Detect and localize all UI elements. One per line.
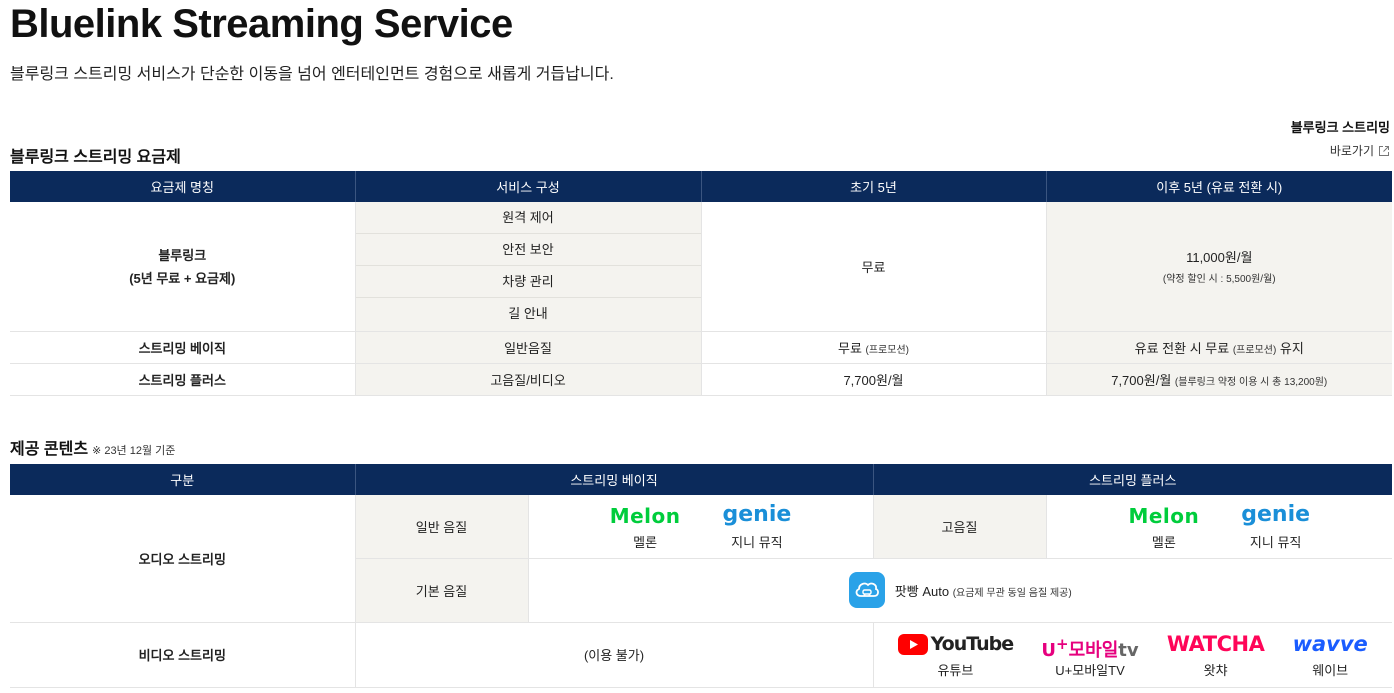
wavve-logo: wavve 웨이브 bbox=[1293, 630, 1368, 679]
patpang-note: (요금제 무관 동일 음질 제공) bbox=[952, 587, 1072, 599]
col-plus: 스트리밍 플러스 bbox=[873, 464, 1392, 495]
bluelink-after-price: 11,000원/월 (약정 할인 시 : 5,500원/월) bbox=[1046, 202, 1392, 332]
uplus-logo: U+모바일tv U+모바일TV bbox=[1041, 630, 1138, 679]
table-row: 블루링크 (5년 무료 + 요금제) 원격 제어 안전 보안 차량 관리 길 안… bbox=[10, 202, 1392, 332]
wavve-caption: 웨이브 bbox=[1312, 663, 1349, 678]
basic-after-post: 유지 bbox=[1279, 340, 1304, 356]
youtube-logo: YouTube 유튜브 bbox=[897, 630, 1014, 679]
audio-plus-logos: Melon 멜론 genie 지니 뮤직 bbox=[1046, 495, 1392, 559]
bluelink-after-note: (약정 할인 시 : 5,500원/월) bbox=[1162, 274, 1276, 286]
col-after: 이후 5년 (유료 전환 시) bbox=[1046, 171, 1392, 202]
audio-basic-logos: Melon 멜론 genie 지니 뮤직 bbox=[528, 495, 874, 559]
basic-after-pre: 유료 전환 시 무료 bbox=[1134, 340, 1230, 356]
genie-logo: genie 지니 뮤직 bbox=[1241, 502, 1310, 551]
basic-service: 일반음질 bbox=[355, 331, 702, 364]
plan-name-basic: 스트리밍 베이직 bbox=[10, 331, 356, 364]
bluelink-initial-price: 무료 bbox=[701, 202, 1047, 332]
genie-logo: genie 지니 뮤직 bbox=[723, 502, 792, 551]
col-initial: 초기 5년 bbox=[701, 171, 1047, 202]
audio-plus-quality: 고음질 bbox=[873, 495, 1047, 559]
watcha-caption: 왓챠 bbox=[1203, 663, 1228, 678]
youtube-play-icon bbox=[897, 633, 928, 655]
audio-label: 오디오 스트리밍 bbox=[10, 495, 356, 623]
basic-after: 유료 전환 시 무료 (프로모션) 유지 bbox=[1046, 331, 1392, 364]
bluelink-after-value: 11,000원/월 bbox=[1186, 250, 1253, 266]
service-list: 원격 제어 안전 보안 차량 관리 길 안내 bbox=[355, 202, 702, 332]
plan-name-plus: 스트리밍 플러스 bbox=[10, 363, 356, 396]
video-label: 비디오 스트리밍 bbox=[10, 622, 356, 688]
audio-basic-quality: 일반 음질 bbox=[355, 495, 529, 559]
shortcut-title: 블루링크 스트리밍 bbox=[1290, 120, 1390, 135]
patpang-logo: 팟빵 Auto (요금제 무관 동일 음질 제공) bbox=[848, 572, 1072, 608]
plans-section-title: 블루링크 스트리밍 요금제 bbox=[10, 149, 181, 166]
contents-section-title: 제공 콘텐츠 ※ 23년 12월 기준 bbox=[10, 435, 175, 459]
youtube-caption: 유튜브 bbox=[937, 663, 974, 678]
youtube-wordmark: YouTube bbox=[930, 633, 1014, 655]
col-basic: 스트리밍 베이직 bbox=[355, 464, 874, 495]
plus-after: 7,700원/월 (블루링크 약정 이용 시 총 13,200원) bbox=[1046, 363, 1392, 396]
service-item: 길 안내 bbox=[508, 306, 548, 322]
patpang-cell: 팟빵 Auto (요금제 무관 동일 음질 제공) bbox=[528, 558, 1392, 623]
plan-name-line1: 블루링크 bbox=[158, 248, 207, 264]
uplus-wordmark-rest: 모바일 bbox=[1068, 640, 1119, 661]
service-item: 원격 제어 bbox=[355, 202, 701, 235]
melon-logo: Melon 멜론 bbox=[1128, 502, 1199, 551]
contents-table: 구분 스트리밍 베이직 스트리밍 플러스 오디오 스트리밍 일반 음질 Melo… bbox=[10, 464, 1392, 688]
melon-logo: Melon 멜론 bbox=[610, 502, 681, 551]
plans-header-row: 요금제 명칭 서비스 구성 초기 5년 이후 5년 (유료 전환 시) bbox=[10, 171, 1392, 202]
table-row: 스트리밍 베이직 일반음질 무료 (프로모션) 유료 전환 시 무료 (프로모션… bbox=[10, 331, 1392, 364]
patpang-name: 팟빵 Auto bbox=[894, 583, 950, 599]
basic-initial: 무료 (프로모션) bbox=[701, 331, 1047, 364]
basic-after-note: (프로모션) bbox=[1232, 344, 1277, 356]
genie-caption: 지니 뮤직 bbox=[731, 534, 783, 550]
plan-name-bluelink: 블루링크 (5년 무료 + 요금제) bbox=[10, 202, 356, 332]
col-service: 서비스 구성 bbox=[355, 171, 702, 202]
uplus-caption: U+모바일TV bbox=[1055, 663, 1125, 678]
table-row: 오디오 스트리밍 일반 음질 Melon 멜론 genie 지니 뮤직 고음질 bbox=[10, 495, 1392, 623]
table-row: 비디오 스트리밍 (이용 불가) YouTube 유튜브 U+모바일tv U+모… bbox=[10, 622, 1392, 688]
page-title: Bluelink Streaming Service bbox=[10, 2, 513, 46]
col-plan-name: 요금제 명칭 bbox=[10, 171, 356, 202]
genie-wordmark: genie bbox=[722, 501, 792, 527]
melon-wordmark: Melon bbox=[1128, 503, 1200, 528]
plus-initial: 7,700원/월 bbox=[701, 363, 1047, 396]
wavve-wordmark: wavve bbox=[1292, 632, 1368, 656]
contents-section-note: ※ 23년 12월 기준 bbox=[92, 445, 176, 457]
plan-name-line2: (5년 무료 + 요금제) bbox=[129, 271, 236, 287]
video-plus-logos: YouTube 유튜브 U+모바일tv U+모바일TV WATCHA 왓챠 wa… bbox=[873, 622, 1392, 688]
service-item: 차량 관리 bbox=[355, 266, 701, 299]
melon-wordmark: Melon bbox=[609, 503, 681, 528]
melon-caption: 멜론 bbox=[633, 534, 658, 550]
table-row: 스트리밍 플러스 고음질/비디오 7,700원/월 7,700원/월 (블루링크… bbox=[10, 363, 1392, 396]
contents-title-text: 제공 콘텐츠 bbox=[10, 441, 89, 458]
patpang-icon bbox=[848, 572, 885, 608]
plus-after-value: 7,700원/월 bbox=[1111, 372, 1172, 388]
uplus-wordmark-plus: + bbox=[1056, 635, 1069, 653]
melon-caption: 멜론 bbox=[1151, 534, 1176, 550]
genie-wordmark: genie bbox=[1241, 501, 1311, 527]
audio-basic-quality-2: 기본 음질 bbox=[355, 558, 529, 623]
external-link-icon bbox=[1379, 145, 1389, 156]
uplus-wordmark-u: U bbox=[1041, 640, 1057, 661]
page-subtitle: 블루링크 스트리밍 서비스가 단순한 이동을 넘어 엔터테인먼트 경험으로 새롭… bbox=[10, 66, 614, 83]
col-category: 구분 bbox=[10, 464, 356, 495]
plus-service: 고음질/비디오 bbox=[355, 363, 702, 396]
video-basic-unavailable: (이용 불가) bbox=[355, 622, 874, 688]
basic-initial-value: 무료 bbox=[837, 340, 862, 356]
plans-table: 요금제 명칭 서비스 구성 초기 5년 이후 5년 (유료 전환 시) 블루링크… bbox=[10, 171, 1392, 396]
shortcut-link[interactable]: 바로가기 bbox=[1330, 142, 1390, 159]
shortcut-link-label: 바로가기 bbox=[1329, 144, 1374, 158]
watcha-wordmark: WATCHA bbox=[1166, 632, 1265, 656]
contents-header-row: 구분 스트리밍 베이직 스트리밍 플러스 bbox=[10, 464, 1392, 495]
watcha-logo: WATCHA 왓챠 bbox=[1166, 630, 1265, 679]
genie-caption: 지니 뮤직 bbox=[1249, 534, 1302, 550]
basic-initial-note: (프로모션) bbox=[865, 344, 909, 356]
service-item: 안전 보안 bbox=[355, 234, 701, 267]
plus-after-note: (블루링크 약정 이용 시 총 13,200원) bbox=[1174, 376, 1328, 388]
shortcut-box: 블루링크 스트리밍 바로가기 bbox=[1291, 117, 1390, 160]
uplus-wordmark-tv: tv bbox=[1118, 640, 1139, 661]
